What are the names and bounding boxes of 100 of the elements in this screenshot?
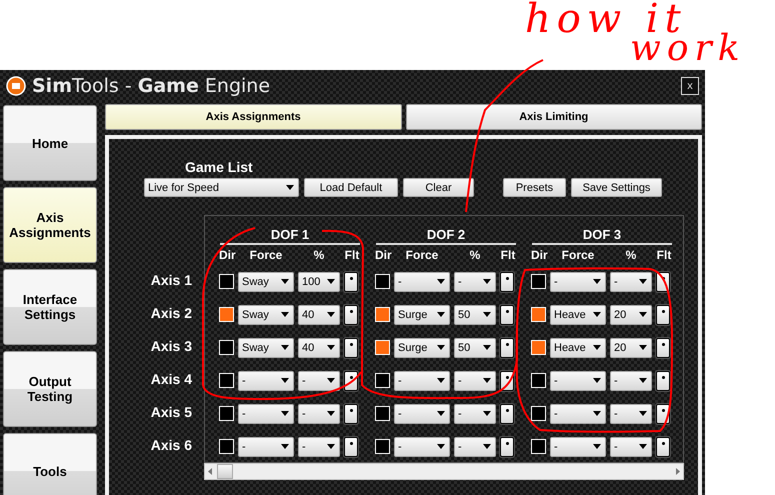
dir-checkbox[interactable] (219, 307, 234, 322)
close-button[interactable]: x (681, 77, 699, 95)
dir-checkbox[interactable] (375, 439, 390, 454)
dir-checkbox[interactable] (375, 340, 390, 355)
caret-icon (593, 345, 601, 350)
force-dropdown[interactable]: Sway (238, 272, 294, 292)
dir-checkbox[interactable] (531, 406, 546, 421)
force-dropdown[interactable]: - (550, 436, 606, 456)
percent-dropdown[interactable]: - (610, 436, 652, 456)
dir-checkbox[interactable] (219, 439, 234, 454)
axis-label: Axis 4 (150, 370, 192, 389)
caret-icon (639, 378, 647, 383)
force-dropdown[interactable]: - (550, 404, 606, 424)
dir-checkbox[interactable] (375, 274, 390, 289)
force-dropdown[interactable]: - (550, 370, 606, 390)
percent-dropdown[interactable]: 100 (298, 272, 340, 292)
toolbar-button[interactable]: Save Settings (571, 178, 662, 197)
toolbar-button[interactable]: Presets (503, 178, 566, 197)
flt-button[interactable] (344, 304, 358, 324)
dir-checkbox[interactable] (531, 439, 546, 454)
flt-button[interactable] (656, 304, 670, 324)
tab[interactable]: Axis Assignments (105, 104, 402, 130)
force-dropdown[interactable]: Sway (238, 338, 294, 358)
caret-icon (593, 312, 601, 317)
dof-heading: DOF 2 (376, 227, 516, 245)
force-dropdown[interactable]: Heave (550, 304, 606, 324)
percent-dropdown[interactable]: 50 (454, 304, 496, 324)
percent-dropdown[interactable]: - (454, 404, 496, 424)
caret-icon (437, 345, 445, 350)
dir-checkbox[interactable] (375, 406, 390, 421)
dir-checkbox[interactable] (219, 406, 234, 421)
percent-dropdown[interactable]: 40 (298, 338, 340, 358)
percent-dropdown[interactable]: - (610, 272, 652, 292)
caret-icon (281, 312, 289, 317)
tab[interactable]: Axis Limiting (406, 104, 702, 130)
force-dropdown[interactable]: - (238, 370, 294, 390)
dir-checkbox[interactable] (375, 373, 390, 388)
percent-dropdown[interactable]: 50 (454, 338, 496, 358)
dir-checkbox[interactable] (531, 373, 546, 388)
flt-button[interactable] (656, 370, 670, 390)
force-dropdown[interactable]: - (550, 272, 606, 292)
caret-icon (327, 279, 335, 284)
dir-checkbox[interactable] (531, 307, 546, 322)
flt-button[interactable] (344, 338, 358, 358)
sidebar-button[interactable]: Tools (3, 433, 97, 495)
percent-dropdown[interactable]: 20 (610, 304, 652, 324)
caret-icon (327, 444, 335, 449)
percent-dropdown[interactable]: - (298, 370, 340, 390)
force-dropdown[interactable]: Heave (550, 338, 606, 358)
dir-checkbox[interactable] (531, 340, 546, 355)
force-dropdown[interactable]: - (394, 404, 450, 424)
sidebar-button[interactable]: Interface Settings (3, 269, 97, 345)
force-dropdown[interactable]: Surge (394, 304, 450, 324)
flt-button[interactable] (500, 272, 514, 292)
force-dropdown[interactable]: - (394, 436, 450, 456)
toolbar-button[interactable]: Clear (403, 178, 474, 197)
flt-button[interactable] (500, 404, 514, 424)
caret-icon (327, 345, 335, 350)
sidebar-button[interactable]: Home (3, 105, 97, 181)
force-dropdown[interactable]: Sway (238, 304, 294, 324)
flt-button[interactable] (656, 436, 670, 456)
percent-dropdown[interactable]: - (610, 404, 652, 424)
horizontal-scrollbar[interactable] (204, 463, 684, 480)
column-header: Flt (656, 248, 672, 262)
caret-icon (437, 312, 445, 317)
flt-button[interactable] (344, 436, 358, 456)
percent-dropdown[interactable]: - (298, 436, 340, 456)
scroll-thumb[interactable] (217, 464, 233, 479)
percent-dropdown[interactable]: 20 (610, 338, 652, 358)
flt-button[interactable] (344, 272, 358, 292)
flt-button[interactable] (500, 436, 514, 456)
percent-dropdown[interactable]: - (454, 272, 496, 292)
caret-icon (639, 345, 647, 350)
force-dropdown[interactable]: - (238, 436, 294, 456)
force-dropdown[interactable]: - (238, 404, 294, 424)
percent-dropdown[interactable]: 40 (298, 304, 340, 324)
force-dropdown[interactable]: - (394, 272, 450, 292)
caret-icon (327, 411, 335, 416)
dir-checkbox[interactable] (219, 373, 234, 388)
game-dropdown[interactable]: Live for Speed (144, 178, 299, 197)
dir-checkbox[interactable] (531, 274, 546, 289)
dir-checkbox[interactable] (219, 274, 234, 289)
column-header: Flt (500, 248, 516, 262)
flt-button[interactable] (344, 404, 358, 424)
percent-dropdown[interactable]: - (454, 436, 496, 456)
dir-checkbox[interactable] (219, 340, 234, 355)
percent-dropdown[interactable]: - (454, 370, 496, 390)
force-dropdown[interactable]: - (394, 370, 450, 390)
caret-icon (483, 444, 491, 449)
flt-button[interactable] (500, 338, 514, 358)
toolbar-button[interactable]: Load Default (304, 178, 398, 197)
sidebar-button[interactable]: Output Testing (3, 351, 97, 427)
flt-button[interactable] (500, 304, 514, 324)
percent-dropdown[interactable]: - (610, 370, 652, 390)
dir-checkbox[interactable] (375, 307, 390, 322)
caret-icon (437, 378, 445, 383)
sidebar-button[interactable]: Axis Assignments (3, 187, 97, 263)
force-dropdown[interactable]: Surge (394, 338, 450, 358)
flt-button[interactable] (656, 338, 670, 358)
percent-dropdown[interactable]: - (298, 404, 340, 424)
